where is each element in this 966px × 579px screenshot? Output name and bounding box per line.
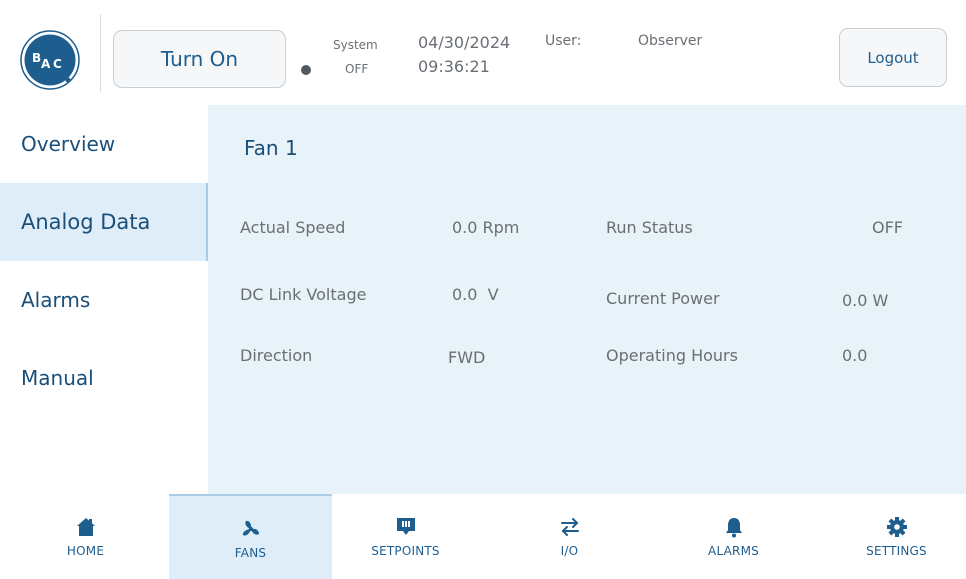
nav-alarms[interactable]: ALARMS <box>652 494 815 579</box>
nav-setpoints[interactable]: SETPOINTS <box>324 494 487 579</box>
analog-data-panel: Fan 1 Actual Speed 0.0 Rpm Run Status OF… <box>208 105 966 494</box>
system-status-indicator <box>301 65 311 75</box>
time-display: 09:36:21 <box>418 57 490 76</box>
system-label: System <box>333 38 378 52</box>
run-status-label: Run Status <box>606 218 693 237</box>
current-power-label: Current Power <box>606 289 720 308</box>
header-divider <box>100 14 101 92</box>
operating-hours-label: Operating Hours <box>606 346 738 365</box>
setpoints-icon <box>396 518 415 535</box>
panel-title: Fan 1 <box>244 136 298 160</box>
user-value: Observer <box>638 33 703 49</box>
turn-on-button[interactable]: Turn On <box>113 30 286 88</box>
dc-link-voltage-value: 0.0 V <box>452 285 499 304</box>
fan-icon <box>242 520 259 536</box>
nav-fans[interactable]: FANS <box>169 494 332 579</box>
svg-text:B: B <box>32 51 41 65</box>
nav-settings[interactable]: SETTINGS <box>815 494 966 579</box>
dc-link-voltage-label: DC Link Voltage <box>240 285 367 304</box>
sidebar-item-manual[interactable]: Manual <box>0 339 208 417</box>
nav-io-label: I/O <box>560 544 579 558</box>
direction-value: FWD <box>448 348 486 367</box>
nav-alarms-label: ALARMS <box>708 544 759 558</box>
bottom-nav: HOME FANS SETPOINTS I/O ALARMS SETTINGS <box>0 494 966 579</box>
nav-fans-label: FANS <box>234 546 267 560</box>
current-power-value: 0.0 W <box>842 291 889 310</box>
nav-home-label: HOME <box>66 544 105 558</box>
sidebar-item-overview[interactable]: Overview <box>0 105 208 183</box>
bac-logo: B A C <box>20 30 80 90</box>
operating-hours-value: 0.0 <box>842 346 868 365</box>
nav-setpoints-label: SETPOINTS <box>371 544 440 558</box>
user-label: User: <box>545 33 582 49</box>
nav-home[interactable]: HOME <box>4 494 167 579</box>
sidebar: Overview Analog Data Alarms Manual <box>0 105 208 494</box>
svg-text:C: C <box>53 57 62 71</box>
date-display: 04/30/2024 <box>418 33 511 52</box>
io-icon <box>560 518 579 536</box>
run-status-value: OFF <box>872 218 903 237</box>
svg-text:A: A <box>41 57 51 71</box>
bell-icon <box>725 518 742 538</box>
sidebar-item-analog-data[interactable]: Analog Data <box>0 183 208 261</box>
home-icon <box>76 518 95 536</box>
sidebar-item-alarms[interactable]: Alarms <box>0 261 208 339</box>
system-state: OFF <box>345 62 369 76</box>
actual-speed-label: Actual Speed <box>240 218 346 237</box>
gear-icon <box>886 517 907 537</box>
nav-settings-label: SETTINGS <box>866 544 927 558</box>
logout-button[interactable]: Logout <box>839 28 947 87</box>
direction-label: Direction <box>240 346 313 365</box>
actual-speed-value: 0.0 Rpm <box>452 218 520 237</box>
nav-io[interactable]: I/O <box>488 494 651 579</box>
header: B A C Turn On System OFF 04/30/2024 09:3… <box>0 0 966 105</box>
